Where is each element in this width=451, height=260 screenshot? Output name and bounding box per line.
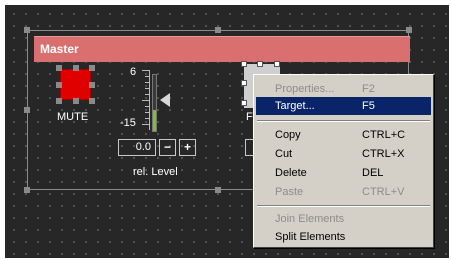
menu-item-properties[interactable]: Properties... F2 <box>256 80 431 98</box>
menu-item-label: Paste <box>275 186 304 198</box>
menu-item-label: Split Elements <box>275 231 346 243</box>
mute-button[interactable] <box>60 69 91 100</box>
menu-item-copy[interactable]: Copy CTRL+C <box>256 126 431 144</box>
menu-item-shortcut: CTRL+V <box>362 186 405 198</box>
group-title-bar[interactable] <box>34 36 410 62</box>
resize-handle[interactable] <box>241 61 247 67</box>
resize-handle[interactable] <box>215 187 221 193</box>
menu-item-target[interactable]: Target... F5 <box>256 97 431 115</box>
level-value-field[interactable]: 0.0 <box>118 139 156 156</box>
decrement-button[interactable]: − <box>159 139 176 156</box>
menu-item-label: Copy <box>275 129 301 141</box>
resize-handle[interactable] <box>274 61 280 67</box>
resize-handle[interactable] <box>56 65 62 71</box>
resize-handle[interactable] <box>24 187 30 193</box>
menu-item-label: Properties... <box>275 83 335 95</box>
level-max-label: 6 <box>130 66 137 78</box>
resize-handle[interactable] <box>56 82 62 88</box>
resize-handle[interactable] <box>241 100 247 106</box>
level-caption: rel. Level <box>133 166 178 178</box>
menu-item-shortcut: F2 <box>362 83 375 95</box>
resize-handle[interactable] <box>24 27 30 33</box>
menu-item-label: Join Elements <box>275 213 345 225</box>
level-scale <box>142 70 150 130</box>
level-min-label: -15 <box>120 117 136 129</box>
menu-item-cut[interactable]: Cut CTRL+X <box>256 145 431 163</box>
mute-label: MUTE <box>57 111 89 123</box>
menu-item-paste[interactable]: Paste CTRL+V <box>256 183 431 201</box>
menu-item-label: Target... <box>275 100 315 112</box>
resize-handle[interactable] <box>241 80 247 86</box>
increment-button[interactable]: + <box>179 139 196 156</box>
menu-item-join-elements[interactable]: Join Elements <box>256 210 431 228</box>
menu-item-shortcut: CTRL+C <box>362 129 406 141</box>
resize-handle[interactable] <box>89 98 95 104</box>
group-title: Master <box>40 42 79 56</box>
resize-handle[interactable] <box>215 27 221 33</box>
partial-label: F <box>246 111 253 123</box>
menu-separator <box>257 120 430 122</box>
resize-handle[interactable] <box>89 65 95 71</box>
resize-handle[interactable] <box>257 61 263 67</box>
context-menu: Properties... F2 Target... F5 Copy CTRL+… <box>253 74 434 248</box>
resize-handle[interactable] <box>406 27 412 33</box>
menu-item-split-elements[interactable]: Split Elements <box>256 228 431 246</box>
menu-item-shortcut: DEL <box>362 167 384 179</box>
resize-handle[interactable] <box>24 107 30 113</box>
resize-handle[interactable] <box>56 98 62 104</box>
resize-handle[interactable] <box>73 98 79 104</box>
menu-item-label: Delete <box>275 167 307 179</box>
partial-value-field[interactable] <box>245 139 253 156</box>
menu-item-delete[interactable]: Delete DEL <box>256 164 431 182</box>
menu-item-label: Cut <box>275 148 293 160</box>
menu-item-shortcut: F5 <box>362 100 375 112</box>
level-meter-fill <box>153 110 156 131</box>
level-slider-handle[interactable] <box>160 93 170 107</box>
resize-handle[interactable] <box>73 65 79 71</box>
menu-separator <box>257 205 430 207</box>
menu-item-shortcut: CTRL+X <box>362 148 405 160</box>
resize-handle[interactable] <box>89 82 95 88</box>
